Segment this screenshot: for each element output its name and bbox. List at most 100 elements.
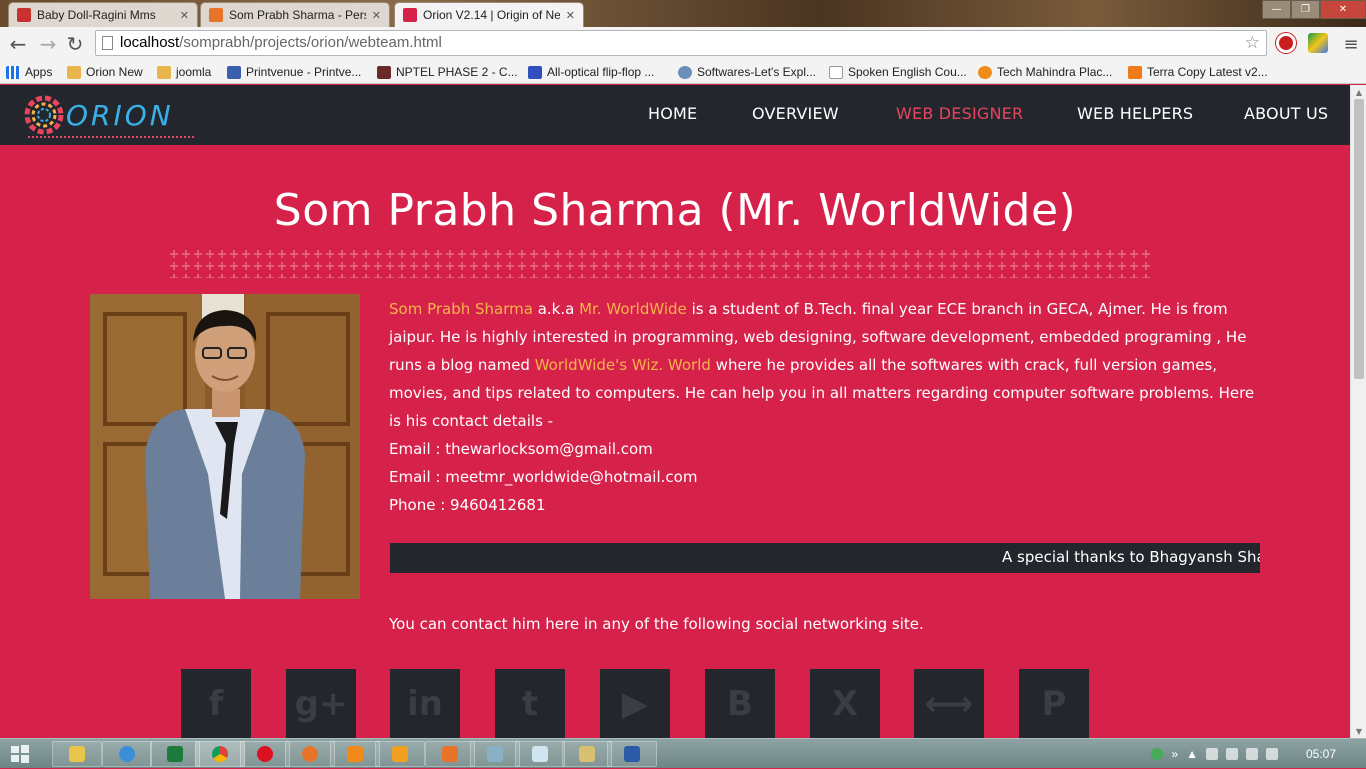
bookmark-spoken-english[interactable]: Spoken English Cou... — [829, 63, 967, 81]
taskbar-excel[interactable] — [150, 741, 200, 767]
youtube-icon: ▶ — [621, 684, 649, 724]
orion-logo[interactable]: ORION — [24, 89, 196, 143]
bookmark-printvenue[interactable]: Printvenue - Printve... — [227, 63, 361, 81]
phone-number: Phone : 9460412681 — [389, 496, 546, 514]
drive-icon[interactable] — [1308, 33, 1328, 53]
nav-web-helpers[interactable]: WEB HELPERS — [1077, 104, 1193, 123]
utorrent-icon[interactable] — [1151, 748, 1164, 760]
apps-grid-icon — [6, 65, 20, 79]
taskbar-firefox[interactable] — [285, 741, 335, 767]
close-icon[interactable]: ✕ — [566, 9, 575, 22]
close-icon[interactable]: ✕ — [180, 9, 189, 22]
bookmark-label: Printvenue - Printve... — [246, 65, 362, 79]
taskbar-paint[interactable] — [562, 741, 612, 767]
taskbar-file-explorer[interactable] — [52, 741, 102, 767]
tab-som-prabh[interactable]: Som Prabh Sharma - Pers ✕ — [200, 2, 390, 27]
xing-icon: X — [831, 684, 859, 724]
bookmark-star-icon[interactable]: ☆ — [1245, 31, 1260, 55]
bookmarks-bar: Apps Orion New joomla Printvenue - Print… — [0, 60, 1366, 84]
minimize-button[interactable]: — — [1262, 0, 1291, 19]
scroll-thumb[interactable] — [1354, 99, 1364, 379]
word-icon — [624, 746, 640, 762]
taskbar-vlc[interactable] — [330, 741, 380, 767]
taskbar-ie[interactable] — [102, 741, 152, 767]
nptel-icon — [377, 65, 391, 79]
windows-start-icon[interactable] — [10, 744, 30, 764]
menu-icon[interactable]: ≡ — [1338, 31, 1364, 57]
show-hidden-icons-icon[interactable]: ▲ — [1186, 747, 1198, 761]
globe-icon — [678, 65, 692, 79]
back-button[interactable]: ← — [5, 31, 31, 57]
ie-icon — [119, 746, 135, 762]
tray-overflow-icon[interactable]: » — [1171, 747, 1178, 761]
reload-button[interactable]: ↻ — [62, 31, 88, 57]
system-tray: » ▲ 05:07 — [1151, 739, 1366, 769]
google-plus-button[interactable]: g+ — [286, 669, 356, 738]
bookmark-label: Tech Mahindra Plac... — [997, 65, 1113, 79]
close-window-button[interactable]: ✕ — [1320, 0, 1366, 19]
bookmark-label: All-optical flip-flop ... — [547, 65, 655, 79]
page-icon — [829, 65, 843, 79]
nav-home[interactable]: HOME — [648, 104, 697, 123]
close-icon[interactable]: ✕ — [372, 9, 381, 22]
page-scrollbar[interactable]: ▲ ▼ — [1350, 85, 1366, 738]
notepad-icon — [532, 746, 548, 762]
paint-icon — [579, 746, 595, 762]
bookmark-joomla[interactable]: joomla — [157, 63, 211, 81]
bookmark-terra-copy[interactable]: Terra Copy Latest v2... — [1128, 63, 1268, 81]
scroll-down-arrow-icon[interactable]: ▼ — [1351, 724, 1366, 738]
firefox-icon — [302, 746, 318, 762]
opera-icon — [257, 746, 273, 762]
bookmark-label: Softwares-Let's Expl... — [697, 65, 817, 79]
taskbar-chrome[interactable] — [195, 741, 245, 767]
forward-button[interactable]: → — [35, 31, 61, 57]
nav-web-designer[interactable]: WEB DESIGNER — [896, 104, 1023, 123]
taskbar-media-player[interactable] — [375, 741, 425, 767]
pinterest-button[interactable]: P — [1019, 669, 1089, 738]
taskbar-xampp[interactable] — [425, 741, 475, 767]
network-icon[interactable] — [1245, 748, 1258, 760]
profile-photo — [90, 294, 360, 599]
xing-button[interactable]: X — [810, 669, 880, 738]
bookmark-apps[interactable]: Apps — [6, 63, 52, 81]
extension-icon[interactable] — [1276, 33, 1296, 53]
tab-orion[interactable]: Orion V2.14 | Origin of Ne ✕ — [394, 2, 584, 27]
gaana-icon — [17, 8, 31, 22]
battery-icon[interactable] — [1225, 748, 1238, 760]
link-button[interactable]: ⟷ — [914, 669, 984, 738]
orion-icon — [209, 8, 223, 22]
nav-overview[interactable]: OVERVIEW — [752, 104, 839, 123]
twitter-button[interactable]: t — [495, 669, 565, 738]
bookmark-tech-mahindra[interactable]: Tech Mahindra Plac... — [978, 63, 1112, 81]
bookmark-orion-new[interactable]: Orion New — [67, 63, 143, 81]
facebook-icon: f — [208, 684, 224, 724]
linkedin-button[interactable]: in — [390, 669, 460, 738]
taskbar-notepad[interactable] — [515, 741, 565, 767]
clock[interactable]: 05:07 — [1306, 747, 1336, 761]
tab-baby-doll[interactable]: Baby Doll-Ragini Mms ✕ — [8, 2, 198, 27]
taskbar-app[interactable] — [470, 741, 520, 767]
blogger-button[interactable]: B — [705, 669, 775, 738]
address-bar[interactable]: localhost/somprabh/projects/orion/webtea… — [95, 30, 1267, 56]
maximize-button[interactable]: ❐ — [1291, 0, 1320, 19]
volume-icon[interactable] — [1265, 748, 1278, 760]
app-icon — [487, 746, 503, 762]
email-2: Email : meetmr_worldwide@hotmail.com — [389, 468, 698, 486]
contact-message: You can contact him here in any of the f… — [389, 615, 924, 633]
blog-link[interactable]: WorldWide's Wiz. World — [535, 356, 711, 374]
bookmark-nptel[interactable]: NPTEL PHASE 2 - C... — [377, 63, 518, 81]
nav-about-us[interactable]: ABOUT US — [1244, 104, 1328, 123]
url-path: /somprabh/projects/orion/webteam.html — [179, 34, 442, 51]
bookmark-softwares[interactable]: Softwares-Let's Expl... — [678, 63, 816, 81]
bookmark-all-optical[interactable]: All-optical flip-flop ... — [528, 63, 654, 81]
flag-icon[interactable] — [1205, 748, 1218, 760]
facebook-button[interactable]: f — [181, 669, 251, 738]
bookmark-label: Terra Copy Latest v2... — [1147, 65, 1268, 79]
scroll-up-arrow-icon[interactable]: ▲ — [1351, 85, 1366, 99]
taskbar-opera[interactable] — [240, 741, 290, 767]
pinterest-icon: P — [1041, 684, 1067, 724]
youtube-button[interactable]: ▶ — [600, 669, 670, 738]
logo-text: ORION — [66, 99, 174, 132]
folder-icon — [67, 65, 81, 79]
taskbar-word[interactable] — [607, 741, 657, 767]
